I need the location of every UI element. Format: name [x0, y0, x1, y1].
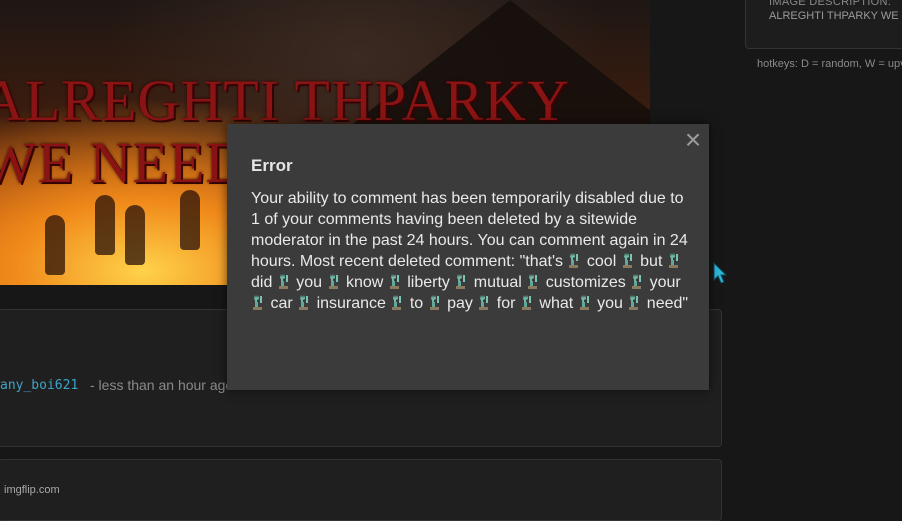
- image-description-label: IMAGE DESCRIPTION:: [769, 0, 892, 8]
- statue-of-liberty-icon: [579, 295, 592, 310]
- comment-word: liberty: [402, 274, 450, 291]
- statue-of-liberty-icon: [527, 274, 540, 289]
- statue-of-liberty-icon: [628, 295, 641, 310]
- comment-word: to: [405, 295, 424, 312]
- statue-of-liberty-icon: [391, 295, 404, 310]
- comment-word: mutual: [469, 274, 522, 291]
- comment-word: cool: [582, 253, 617, 270]
- image-description-text: ALREGHTI THPARKY WE NEED: [769, 10, 902, 22]
- comment-word: did: [251, 274, 273, 291]
- mouse-cursor-icon: [713, 262, 728, 284]
- watermark: imgflip.com: [4, 484, 60, 496]
- comment-word: customizes: [541, 274, 626, 291]
- comment-word: car: [266, 295, 293, 312]
- statue-of-liberty-icon: [328, 274, 341, 289]
- comment-word: what: [534, 295, 574, 312]
- dialog-title: Error: [251, 156, 293, 175]
- statue-of-liberty-icon: [568, 253, 581, 268]
- error-dialog: × Error Your ability to comment has been…: [227, 124, 709, 390]
- comment-word: you: [291, 274, 323, 291]
- statue-of-liberty-icon: [298, 295, 311, 310]
- statue-of-liberty-icon: [389, 274, 402, 289]
- statue-of-liberty-icon: [478, 295, 491, 310]
- close-icon[interactable]: ×: [683, 126, 703, 154]
- comment-word: insurance: [312, 295, 386, 312]
- hotkeys-hint: hotkeys: D = random, W = upvote: [757, 58, 902, 70]
- statue-of-liberty-icon: [622, 253, 635, 268]
- comment-username-link[interactable]: any_boi621: [0, 378, 78, 393]
- comment-card: [0, 459, 722, 521]
- comment-word: know: [341, 274, 384, 291]
- skeleton-figure: [45, 215, 65, 275]
- comment-word: you: [592, 295, 623, 312]
- statue-of-liberty-icon: [252, 295, 265, 310]
- skeleton-figure: [180, 190, 200, 250]
- comment-timestamp: - less than an hour ago: [90, 377, 234, 393]
- statue-of-liberty-icon: [631, 274, 644, 289]
- statue-of-liberty-icon: [278, 274, 291, 289]
- comment-word: for: [492, 295, 516, 312]
- skeleton-figure: [125, 205, 145, 265]
- statue-of-liberty-icon: [429, 295, 442, 310]
- statue-of-liberty-icon: [668, 253, 681, 268]
- statue-of-liberty-icon: [455, 274, 468, 289]
- dialog-message: Your ability to comment has been tempora…: [251, 188, 693, 314]
- statue-of-liberty-icon: [521, 295, 534, 310]
- comment-word: but: [635, 253, 663, 270]
- comment-word: need": [642, 295, 689, 312]
- comment-word: your: [645, 274, 681, 291]
- skeleton-figure: [95, 195, 115, 255]
- comment-word: pay: [442, 295, 473, 312]
